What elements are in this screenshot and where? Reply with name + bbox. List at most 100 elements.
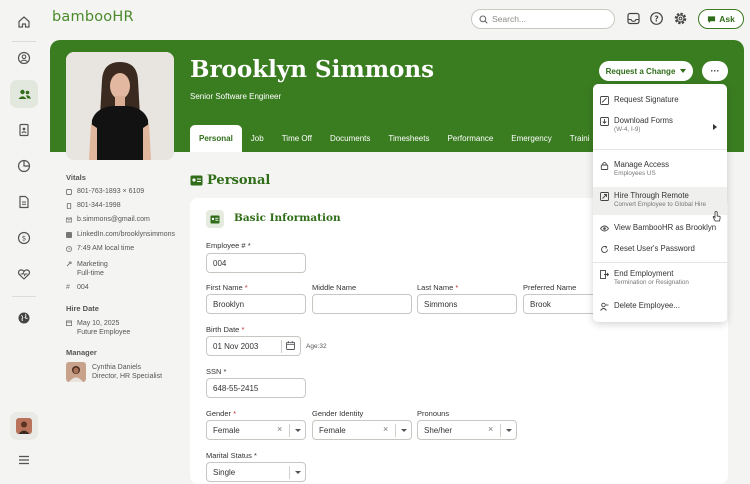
directory-icon[interactable] [10, 116, 38, 144]
global-icon[interactable] [10, 304, 38, 332]
last-name-label: Last Name * [417, 283, 459, 292]
user-avatar[interactable] [10, 412, 38, 440]
pronouns-label: Pronouns [417, 409, 450, 418]
employee-job-title: Senior Software Engineer [190, 92, 282, 101]
manager-avatar[interactable] [66, 362, 86, 382]
birth-date-value: 01 Nov 2003 [213, 341, 259, 351]
tab-performance[interactable]: Performance [438, 125, 502, 152]
manager-heading: Manager [66, 348, 97, 357]
email-link[interactable]: b.simmons@gmail.com [66, 216, 150, 223]
select-divider [500, 424, 501, 437]
calendar-icon[interactable] [286, 341, 295, 350]
svg-text:?: ? [654, 14, 658, 23]
profile-icon[interactable] [10, 44, 38, 72]
benefits-icon[interactable] [10, 260, 38, 288]
more-actions-button[interactable]: ··· [702, 61, 728, 81]
payroll-icon[interactable]: $ [10, 224, 38, 252]
search-input[interactable]: Search... [471, 9, 615, 29]
menu-request-signature[interactable]: Request Signature [593, 95, 727, 105]
search-placeholder: Search... [492, 14, 527, 24]
gender-identity-select[interactable]: Female [312, 420, 412, 440]
reset-icon [601, 245, 608, 253]
section-title: Personal [207, 173, 271, 188]
request-change-label: Request a Change [605, 66, 676, 76]
select-divider [289, 424, 290, 437]
tab-job[interactable]: Job [242, 125, 273, 152]
left-nav-rail: $ [0, 0, 48, 484]
signature-icon [600, 95, 609, 105]
chevron-down-icon[interactable] [401, 429, 407, 432]
clock-icon [66, 246, 72, 252]
menu-view-as[interactable]: View BambooHR as Brooklyn [593, 223, 727, 233]
people-icon[interactable] [10, 80, 38, 108]
menu-reset-password[interactable]: Reset User's Password [593, 244, 727, 254]
wrench-icon [66, 261, 72, 267]
clear-icon[interactable]: × [488, 424, 493, 434]
bamboohr-logo[interactable]: bambooHR [52, 9, 134, 25]
inbox-icon[interactable] [626, 11, 641, 26]
manager-title: Director, HR Specialist [92, 373, 163, 380]
mobile-icon [66, 203, 72, 209]
gender-select[interactable]: Female [206, 420, 306, 440]
clear-icon[interactable]: × [277, 424, 282, 434]
tab-documents[interactable]: Documents [321, 125, 379, 152]
chevron-down-icon[interactable] [295, 471, 301, 474]
menu-download-forms[interactable]: Download Forms (W-4, I-9) [593, 116, 727, 133]
tab-emergency[interactable]: Emergency [502, 125, 560, 152]
ask-label: Ask [719, 14, 735, 24]
settings-gear-icon[interactable] [673, 11, 688, 26]
tab-personal[interactable]: Personal [190, 125, 242, 152]
pronouns-select[interactable]: She/her [417, 420, 517, 440]
ellipsis-icon: ··· [710, 66, 720, 76]
marital-status-label: Marital Status * [206, 451, 257, 460]
menu-hire-through-remote[interactable]: Hire Through Remote Convert Employee to G… [593, 187, 727, 215]
home-icon[interactable] [10, 8, 38, 36]
first-name-input[interactable]: Brooklyn [206, 294, 306, 314]
chevron-down-icon[interactable] [295, 429, 301, 432]
hire-date-heading: Hire Date [66, 304, 99, 313]
menu-manage-access[interactable]: Manage Access Employees US [593, 160, 727, 177]
ssn-input[interactable]: 648-55-2415 [206, 378, 306, 398]
hire-date-value: May 10, 2025 [77, 320, 120, 327]
ask-button[interactable]: Ask [698, 9, 744, 29]
work-phone: 801-763-1893 × 6109 [66, 188, 144, 195]
last-name-input[interactable]: Simmons [417, 294, 517, 314]
chat-icon [708, 15, 716, 23]
manager-name: Cynthia Daniels [92, 364, 142, 371]
clear-icon[interactable]: × [383, 424, 388, 434]
department-name: Marketing [77, 261, 108, 268]
help-icon[interactable]: ? [649, 11, 664, 26]
middle-name-input[interactable] [312, 294, 412, 314]
department: Marketing Full-time [66, 260, 108, 278]
hire-date: May 10, 2025 Future Employee [66, 319, 130, 337]
marital-status-select[interactable]: Single [206, 462, 306, 482]
birth-date-label: Birth Date * [206, 325, 245, 334]
employment-type: Full-time [77, 270, 104, 277]
basic-information-title: Basic Information [234, 212, 341, 224]
vitals-heading: Vitals [66, 173, 86, 182]
mobile-phone: 801-344-1998 [66, 202, 121, 209]
request-change-button[interactable]: Request a Change [599, 61, 693, 81]
rail-divider [12, 41, 36, 42]
menu-icon[interactable] [10, 446, 38, 474]
gender-label: Gender * [206, 409, 237, 418]
tab-timesheets[interactable]: Timesheets [379, 125, 438, 152]
select-divider [395, 424, 396, 437]
employee-number: # 004 [66, 284, 89, 291]
employee-number-input[interactable]: 004 [206, 253, 306, 273]
eye-icon [600, 225, 609, 231]
lock-icon [600, 161, 609, 170]
caret-down-icon [680, 69, 687, 73]
files-icon[interactable] [10, 188, 38, 216]
chevron-down-icon[interactable] [506, 429, 512, 432]
employee-photo [66, 52, 174, 160]
basic-info-icon [206, 210, 224, 228]
linkedin-link[interactable]: LinkedIn.com/brooklynsimmons [66, 231, 175, 238]
menu-end-employment[interactable]: End Employment Termination or Resignation [593, 269, 727, 286]
menu-delete-employee[interactable]: Delete Employee... [593, 301, 727, 311]
profile-tabs: Personal Job Time Off Documents Timeshee… [190, 125, 598, 152]
menu-divider [593, 149, 727, 150]
tab-time-off[interactable]: Time Off [273, 125, 321, 152]
manager-info[interactable]: Cynthia Daniels Director, HR Specialist [92, 363, 162, 381]
reports-icon[interactable] [10, 152, 38, 180]
